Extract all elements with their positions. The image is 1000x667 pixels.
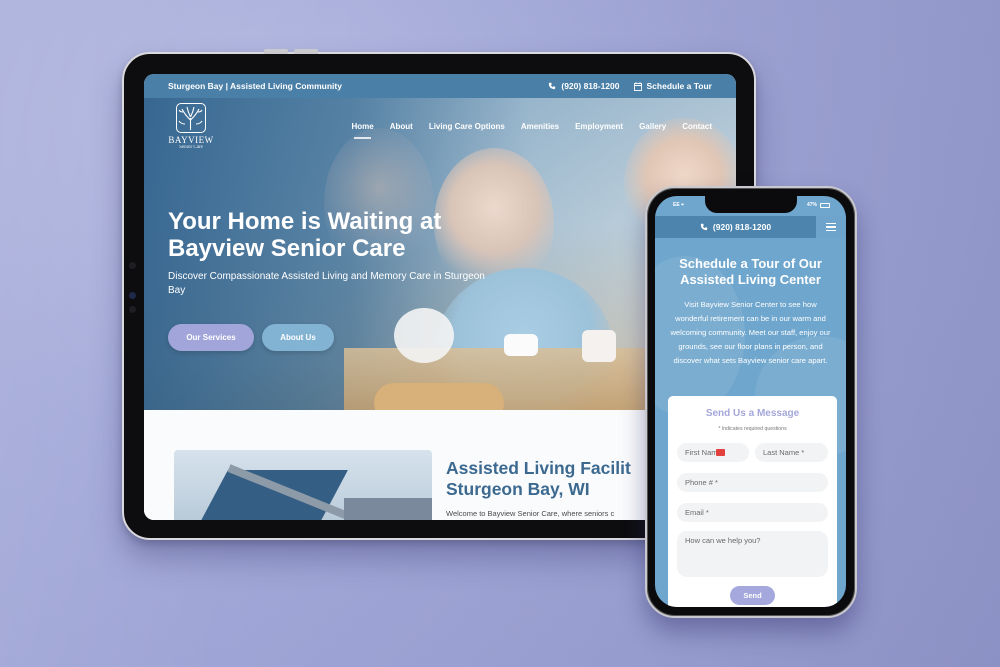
phone-link[interactable]: (920) 818-1200 bbox=[548, 81, 620, 91]
tablet-camera bbox=[129, 292, 136, 299]
phone-screen: EE ⌖ 47% (920) 818-1200 Schedule a Tour … bbox=[655, 196, 846, 607]
form-required-note: * Indicates required questions bbox=[718, 426, 787, 432]
tablet-sensor bbox=[129, 262, 136, 269]
battery-icon bbox=[820, 202, 830, 208]
calendar-icon bbox=[633, 81, 642, 91]
first-name-placeholder: First Nam bbox=[685, 448, 718, 457]
form-title: Send Us a Message bbox=[705, 408, 800, 419]
tablet-sensor bbox=[129, 306, 136, 313]
phone-number: (920) 818-1200 bbox=[712, 222, 772, 232]
phone-body-text: Visit Bayview Senior Center to see how w… bbox=[670, 300, 831, 365]
logo-tagline: Senior Care bbox=[179, 144, 203, 150]
battery-text: 47% bbox=[806, 202, 817, 208]
phone-device: EE ⌖ 47% (920) 818-1200 Schedule a Tour … bbox=[645, 186, 857, 618]
nav-item-gallery[interactable]: Gallery bbox=[639, 118, 666, 135]
nav-item-amenities[interactable]: Amenities bbox=[521, 118, 559, 135]
message-textarea[interactable]: How can we help you? bbox=[677, 531, 828, 577]
email-field[interactable]: Email * bbox=[677, 503, 828, 522]
hero-photo-pastry bbox=[374, 383, 504, 410]
our-services-button[interactable]: Our Services bbox=[168, 324, 254, 351]
phone-title: Schedule a Tour of Our Assisted Living C… bbox=[679, 256, 822, 287]
phone-field[interactable]: Phone # * bbox=[677, 473, 828, 492]
phone-icon bbox=[700, 223, 708, 231]
phone-header: (920) 818-1200 bbox=[655, 216, 846, 238]
nav-item-living-care-options[interactable]: Living Care Options bbox=[429, 118, 505, 135]
last-name-field[interactable]: Last Name * bbox=[755, 443, 828, 462]
send-button[interactable]: Send bbox=[730, 586, 775, 605]
schedule-tour-link[interactable]: Schedule a Tour bbox=[633, 81, 713, 91]
first-name-field[interactable]: First Nam bbox=[677, 443, 749, 462]
about-us-button[interactable]: About Us bbox=[262, 324, 334, 351]
phone-icon bbox=[549, 82, 556, 90]
autofill-badge-icon bbox=[715, 449, 725, 456]
logo[interactable]: BAYVIEW Senior Care bbox=[168, 102, 214, 150]
schedule-tour-label: Schedule a Tour bbox=[646, 81, 713, 91]
phone-number: (920) 818-1200 bbox=[561, 81, 620, 91]
contact-form: Send Us a Message * Indicates required q… bbox=[668, 396, 837, 607]
tree-icon bbox=[176, 102, 206, 133]
top-bar: Sturgeon Bay | Assisted Living Community… bbox=[144, 74, 736, 98]
location-text: Sturgeon Bay | Assisted Living Community bbox=[168, 81, 342, 91]
hamburger-menu-icon[interactable] bbox=[816, 216, 846, 238]
building-photo bbox=[174, 450, 432, 520]
status-battery: 47% bbox=[807, 202, 830, 208]
tablet-volume-button bbox=[294, 49, 318, 54]
hero-subtitle: Discover Compassionate Assisted Living a… bbox=[168, 271, 485, 296]
phone-call-link[interactable]: (920) 818-1200 bbox=[700, 222, 771, 232]
wifi-icon: ⌖ bbox=[681, 202, 684, 208]
carrier-text: EE bbox=[673, 202, 680, 208]
nav-item-contact[interactable]: Contact bbox=[682, 118, 712, 135]
logo-name: BAYVIEW bbox=[168, 134, 214, 145]
hero-title: Your Home is Waiting at Bayview Senior C… bbox=[168, 208, 442, 262]
hero-buttons: Our Services About Us bbox=[168, 324, 334, 351]
main-nav: Home About Living Care Options Amenities… bbox=[351, 118, 712, 139]
nav-item-about[interactable]: About bbox=[390, 118, 413, 135]
tablet-volume-button bbox=[264, 49, 288, 54]
nav-item-home[interactable]: Home bbox=[351, 118, 374, 139]
phone-notch bbox=[705, 196, 797, 213]
nav-item-employment[interactable]: Employment bbox=[575, 118, 623, 135]
hero-photo-teapot bbox=[394, 308, 454, 363]
building-roof-2 bbox=[344, 498, 432, 520]
status-carrier: EE ⌖ bbox=[673, 202, 684, 208]
hero-photo-cup bbox=[504, 334, 538, 356]
main-navbar: BAYVIEW Senior Care Home About Living Ca… bbox=[144, 98, 736, 154]
hero-photo-cup bbox=[582, 330, 616, 362]
